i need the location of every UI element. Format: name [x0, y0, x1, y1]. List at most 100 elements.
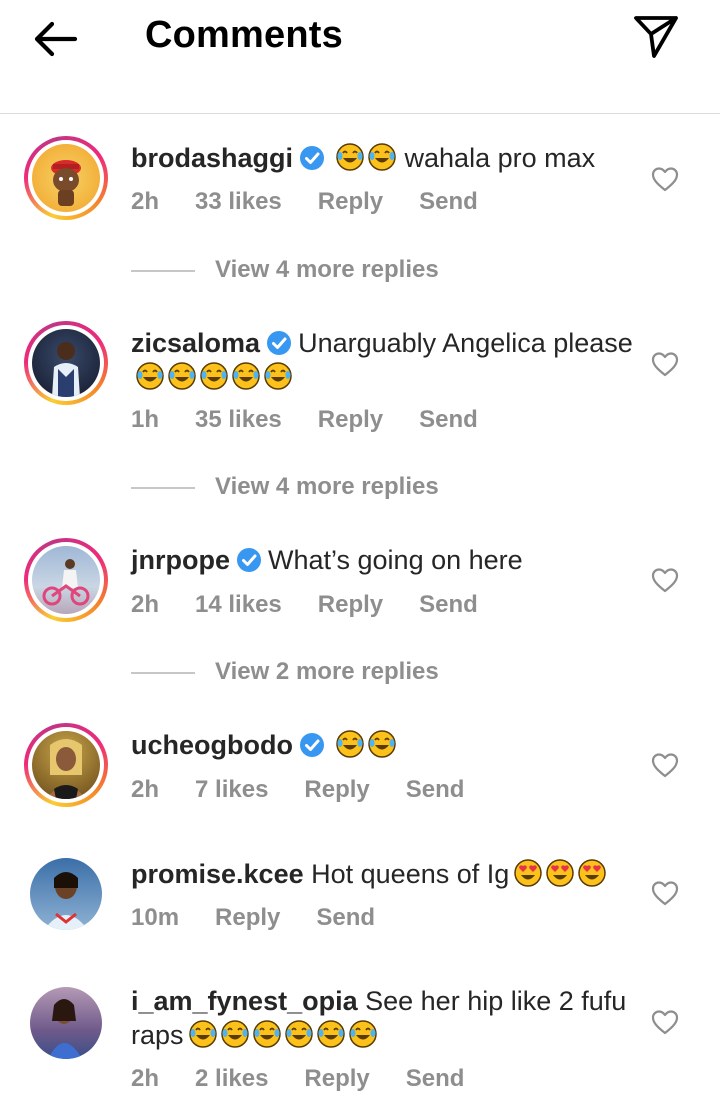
heart-eyes-emoji-icon	[546, 859, 575, 887]
avatar[interactable]	[30, 858, 102, 930]
comment-meta: 1h 35 likes Reply Send	[131, 406, 514, 434]
laughing-emoji-icon	[200, 362, 228, 390]
comment-meta: 2h 33 likes Reply Send	[131, 188, 514, 216]
view-replies-label: View 4 more replies	[215, 256, 439, 283]
send-button[interactable]: Send	[406, 776, 465, 804]
laughing-emoji-icon	[368, 143, 396, 171]
laughing-emoji-icon	[368, 730, 396, 758]
comment-meta: 2h 14 likes Reply Send	[131, 591, 514, 619]
comment-text: wahala pro max	[404, 143, 596, 173]
laughing-emoji-icon	[252, 1020, 281, 1048]
send-button[interactable]: Send	[406, 1065, 465, 1093]
comments-header: Comments	[0, 0, 720, 114]
comment-username[interactable]: promise.kcee	[131, 859, 304, 889]
avatar-story-ring[interactable]	[24, 538, 108, 622]
heart-outline-icon[interactable]	[651, 166, 679, 192]
avatar-story-ring[interactable]	[24, 723, 108, 807]
verified-badge-icon	[267, 331, 292, 355]
send-button[interactable]: Send	[419, 188, 478, 216]
comment-body: i_am_fynest_opia See her hip like 2 fufu…	[131, 984, 641, 1052]
comment-time: 2h	[131, 776, 160, 803]
comment-username[interactable]: jnrpope	[131, 545, 230, 575]
avatar-image	[30, 858, 102, 930]
arrow-left-icon	[34, 21, 78, 57]
comment-body: jnrpope What’s going on here	[131, 543, 641, 577]
comment-username[interactable]: brodashaggi	[131, 143, 293, 173]
laughing-emoji-icon	[336, 143, 364, 171]
heart-outline-icon[interactable]	[651, 351, 679, 377]
reply-button[interactable]: Reply	[318, 406, 383, 434]
replies-divider	[131, 486, 195, 489]
laughing-emoji-icon	[348, 1020, 377, 1048]
avatar	[32, 144, 100, 212]
view-replies-button[interactable]: View 4 more replies	[131, 473, 439, 507]
likes-count[interactable]: 14 likes	[195, 591, 282, 619]
laughing-emoji-icon	[264, 362, 292, 390]
likes-count[interactable]: 35 likes	[195, 406, 282, 434]
laughing-emoji-icon	[232, 362, 260, 390]
heart-outline-icon[interactable]	[651, 752, 679, 778]
laughing-emoji-icon	[284, 1020, 313, 1048]
laughing-emoji-icon	[220, 1020, 249, 1048]
heart-eyes-emoji-icon	[578, 859, 607, 887]
avatar[interactable]	[30, 987, 102, 1059]
likes-count[interactable]: 33 likes	[195, 188, 282, 216]
heart-outline-icon[interactable]	[651, 880, 679, 906]
send-button[interactable]: Send	[316, 904, 375, 932]
laughing-emoji-icon	[188, 1020, 217, 1048]
comment-meta: 2h 7 likes Reply Send	[131, 776, 500, 804]
comment-username[interactable]: i_am_fynest_opia	[131, 986, 358, 1016]
replies-divider	[131, 269, 195, 272]
send-button[interactable]: Send	[419, 591, 478, 619]
reply-button[interactable]: Reply	[304, 776, 369, 804]
paper-plane-icon	[634, 16, 678, 58]
reply-button[interactable]: Reply	[215, 904, 280, 932]
verified-badge-icon	[299, 733, 324, 757]
comment-body: brodashaggi wahala pro max	[131, 141, 641, 175]
comment-body: ucheogbodo	[131, 728, 641, 762]
likes-count[interactable]: 2 likes	[195, 1065, 268, 1093]
comment-body: zicsaloma Unarguably Angelica please	[131, 326, 641, 394]
laughing-emoji-icon	[316, 1020, 345, 1048]
reply-button[interactable]: Reply	[304, 1065, 369, 1093]
comment-text: What’s going on here	[268, 545, 523, 575]
likes-count[interactable]: 7 likes	[195, 776, 268, 804]
view-replies-button[interactable]: View 2 more replies	[131, 658, 439, 692]
back-button[interactable]	[28, 14, 84, 64]
send-button[interactable]: Send	[419, 406, 478, 434]
view-replies-button[interactable]: View 4 more replies	[131, 256, 439, 290]
avatar	[32, 731, 100, 799]
comment-username[interactable]: zicsaloma	[131, 328, 260, 358]
comment-time: 2h	[131, 591, 160, 618]
heart-outline-icon[interactable]	[651, 1009, 679, 1035]
comment-text: Unarguably Angelica please	[298, 328, 633, 358]
laughing-emoji-icon	[168, 362, 196, 390]
comment-text: Hot queens of Ig	[311, 859, 510, 889]
avatar-story-ring[interactable]	[24, 321, 108, 405]
reply-button[interactable]: Reply	[318, 591, 383, 619]
view-replies-label: View 2 more replies	[215, 658, 439, 685]
comment-username[interactable]: ucheogbodo	[131, 730, 293, 760]
reply-button[interactable]: Reply	[318, 188, 383, 216]
comment-meta: 10m Reply Send	[131, 904, 411, 932]
verified-badge-icon	[300, 146, 325, 170]
verified-badge-icon	[237, 548, 261, 572]
share-button[interactable]	[630, 10, 682, 60]
avatar	[32, 329, 100, 397]
comment-meta: 2h 2 likes Reply Send	[131, 1065, 500, 1093]
avatar	[32, 546, 100, 614]
comment-time: 1h	[131, 406, 160, 433]
avatar-image	[30, 987, 102, 1059]
page-title: Comments	[145, 14, 343, 56]
heart-outline-icon[interactable]	[651, 567, 679, 593]
comment-time: 2h	[131, 1065, 160, 1092]
view-replies-label: View 4 more replies	[215, 473, 439, 500]
comment-time: 10m	[131, 904, 180, 931]
laughing-emoji-icon	[136, 362, 164, 390]
replies-divider	[131, 671, 195, 674]
avatar-story-ring[interactable]	[24, 136, 108, 220]
laughing-emoji-icon	[336, 730, 364, 758]
comment-time: 2h	[131, 188, 160, 215]
comment-body: promise.kcee Hot queens of Ig	[131, 857, 641, 891]
heart-eyes-emoji-icon	[514, 859, 543, 887]
